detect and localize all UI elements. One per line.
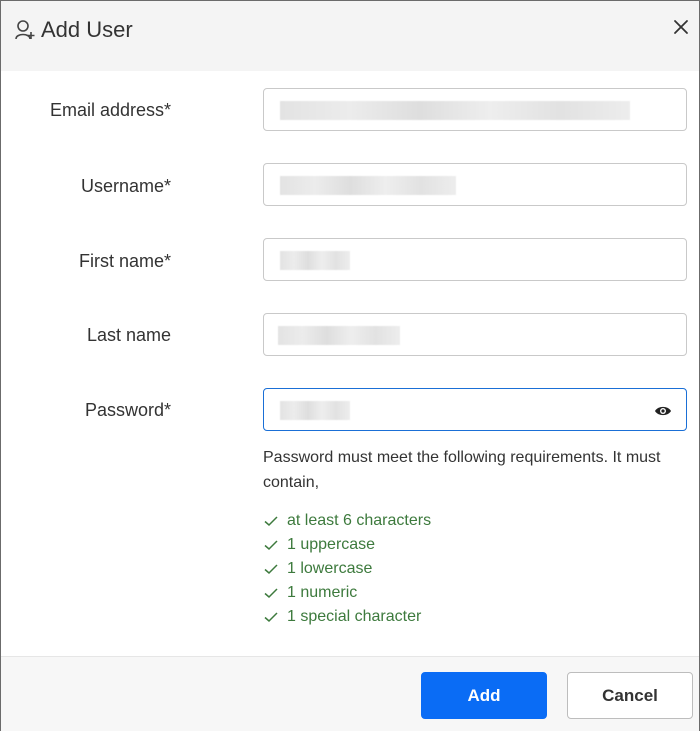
first-name-field[interactable] (263, 238, 687, 281)
requirement-item: 1 uppercase (263, 533, 431, 557)
dialog-footer: Add Cancel (1, 656, 699, 731)
requirement-text: 1 uppercase (287, 536, 376, 553)
requirement-item: 1 lowercase (263, 557, 431, 581)
close-icon[interactable] (671, 17, 691, 37)
last-name-label: Last name (86, 325, 171, 345)
dialog-title: Add User (41, 17, 133, 42)
check-icon (264, 516, 278, 527)
requirement-item: 1 numeric (263, 581, 431, 605)
last-name-field[interactable] (263, 313, 687, 356)
requirement-text: at least 6 characters (287, 512, 432, 529)
redacted-value (280, 251, 350, 270)
check-icon (264, 540, 278, 551)
password-field[interactable] (263, 388, 687, 431)
add-user-dialog: Add User Email address* Username* First … (0, 0, 700, 731)
email-label: Email address* (49, 100, 171, 120)
add-button[interactable]: Add (421, 672, 547, 719)
username-label: Username* (80, 176, 171, 196)
password-label: Password* (84, 400, 171, 420)
redacted-value (280, 176, 456, 195)
password-requirements-intro: Password must meet the following require… (263, 449, 661, 491)
requirement-text: 1 numeric (287, 584, 358, 601)
first-name-label: First name* (78, 251, 171, 271)
requirement-text: 1 special character (287, 608, 422, 625)
redacted-value (280, 101, 630, 120)
requirement-text: 1 lowercase (287, 560, 373, 577)
user-add-icon (15, 20, 35, 40)
check-icon (264, 588, 278, 599)
check-icon (264, 564, 278, 575)
check-icon (264, 612, 278, 623)
username-field[interactable] (263, 163, 687, 206)
redacted-value (280, 401, 350, 420)
cancel-button[interactable]: Cancel (567, 672, 693, 719)
dialog-header: Add User (1, 1, 699, 71)
password-requirements-list: at least 6 characters 1 uppercase 1 lowe… (263, 509, 431, 629)
requirement-item: at least 6 characters (263, 509, 431, 533)
requirement-item: 1 special character (263, 605, 431, 629)
eye-icon[interactable] (654, 402, 672, 420)
email-field[interactable] (263, 88, 687, 131)
redacted-value (278, 326, 400, 345)
